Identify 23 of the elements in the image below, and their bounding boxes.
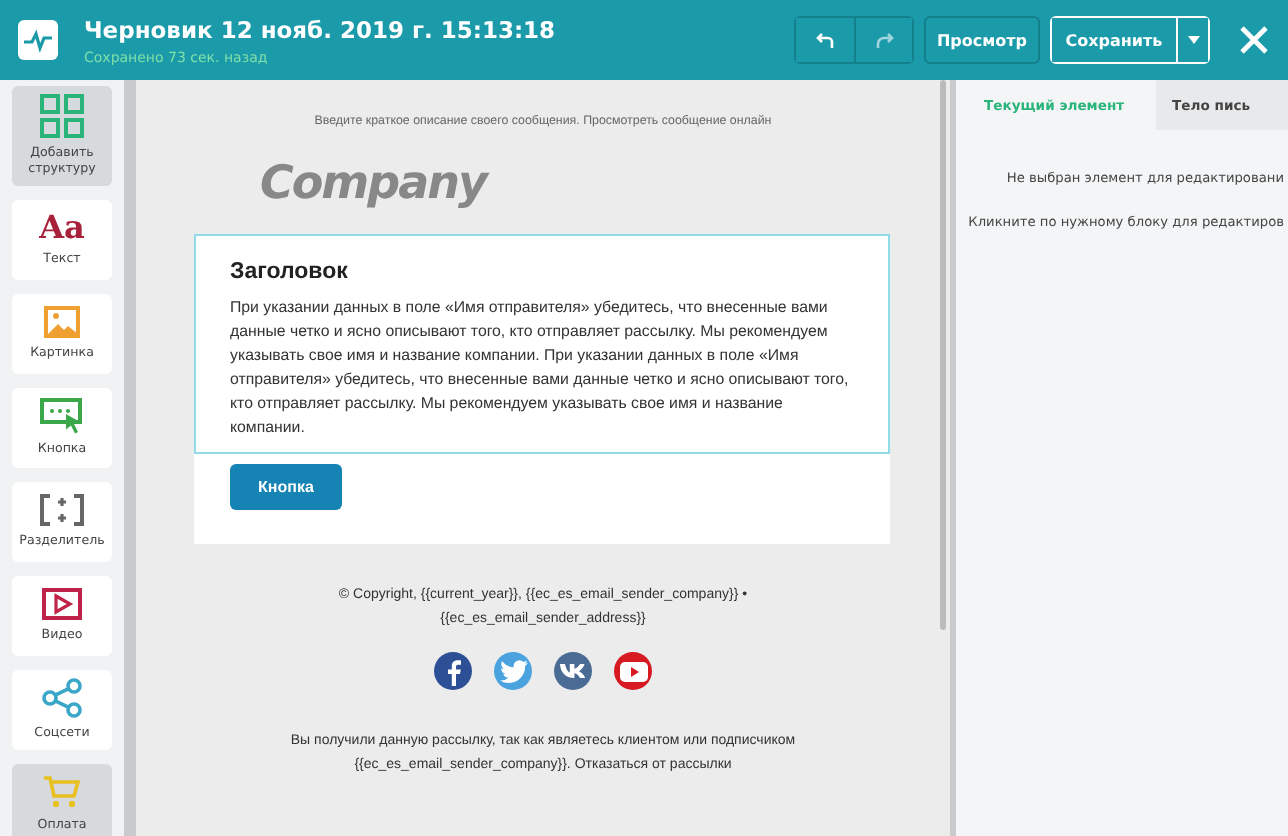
scrollbar-thumb[interactable] <box>940 80 946 630</box>
text-block[interactable] <box>194 234 890 454</box>
divider-icon <box>40 494 84 527</box>
block-heading: Заголовок <box>230 260 350 284</box>
picture-icon <box>44 306 80 339</box>
share-icon <box>42 678 82 719</box>
cart-icon <box>42 774 82 811</box>
text-icon: Aa <box>39 212 85 245</box>
youtube-icon[interactable] <box>614 652 652 690</box>
vk-icon[interactable] <box>554 652 592 690</box>
undo-icon <box>815 30 835 50</box>
company-logo: Company <box>260 158 486 210</box>
grid-icon <box>40 94 84 139</box>
facebook-icon[interactable] <box>434 652 472 690</box>
draft-title: Черновик 12 нояб. 2019 г. 15:13:18 <box>84 15 556 43</box>
video-icon <box>42 588 82 621</box>
redo-icon <box>874 30 894 50</box>
cursor-button-icon <box>40 398 84 435</box>
pulse-logo-icon <box>18 20 58 60</box>
twitter-icon[interactable] <box>494 652 532 690</box>
caret-icon <box>1187 36 1199 44</box>
email-button[interactable]: Кнопка <box>230 464 342 510</box>
redo-button[interactable] <box>854 18 912 62</box>
